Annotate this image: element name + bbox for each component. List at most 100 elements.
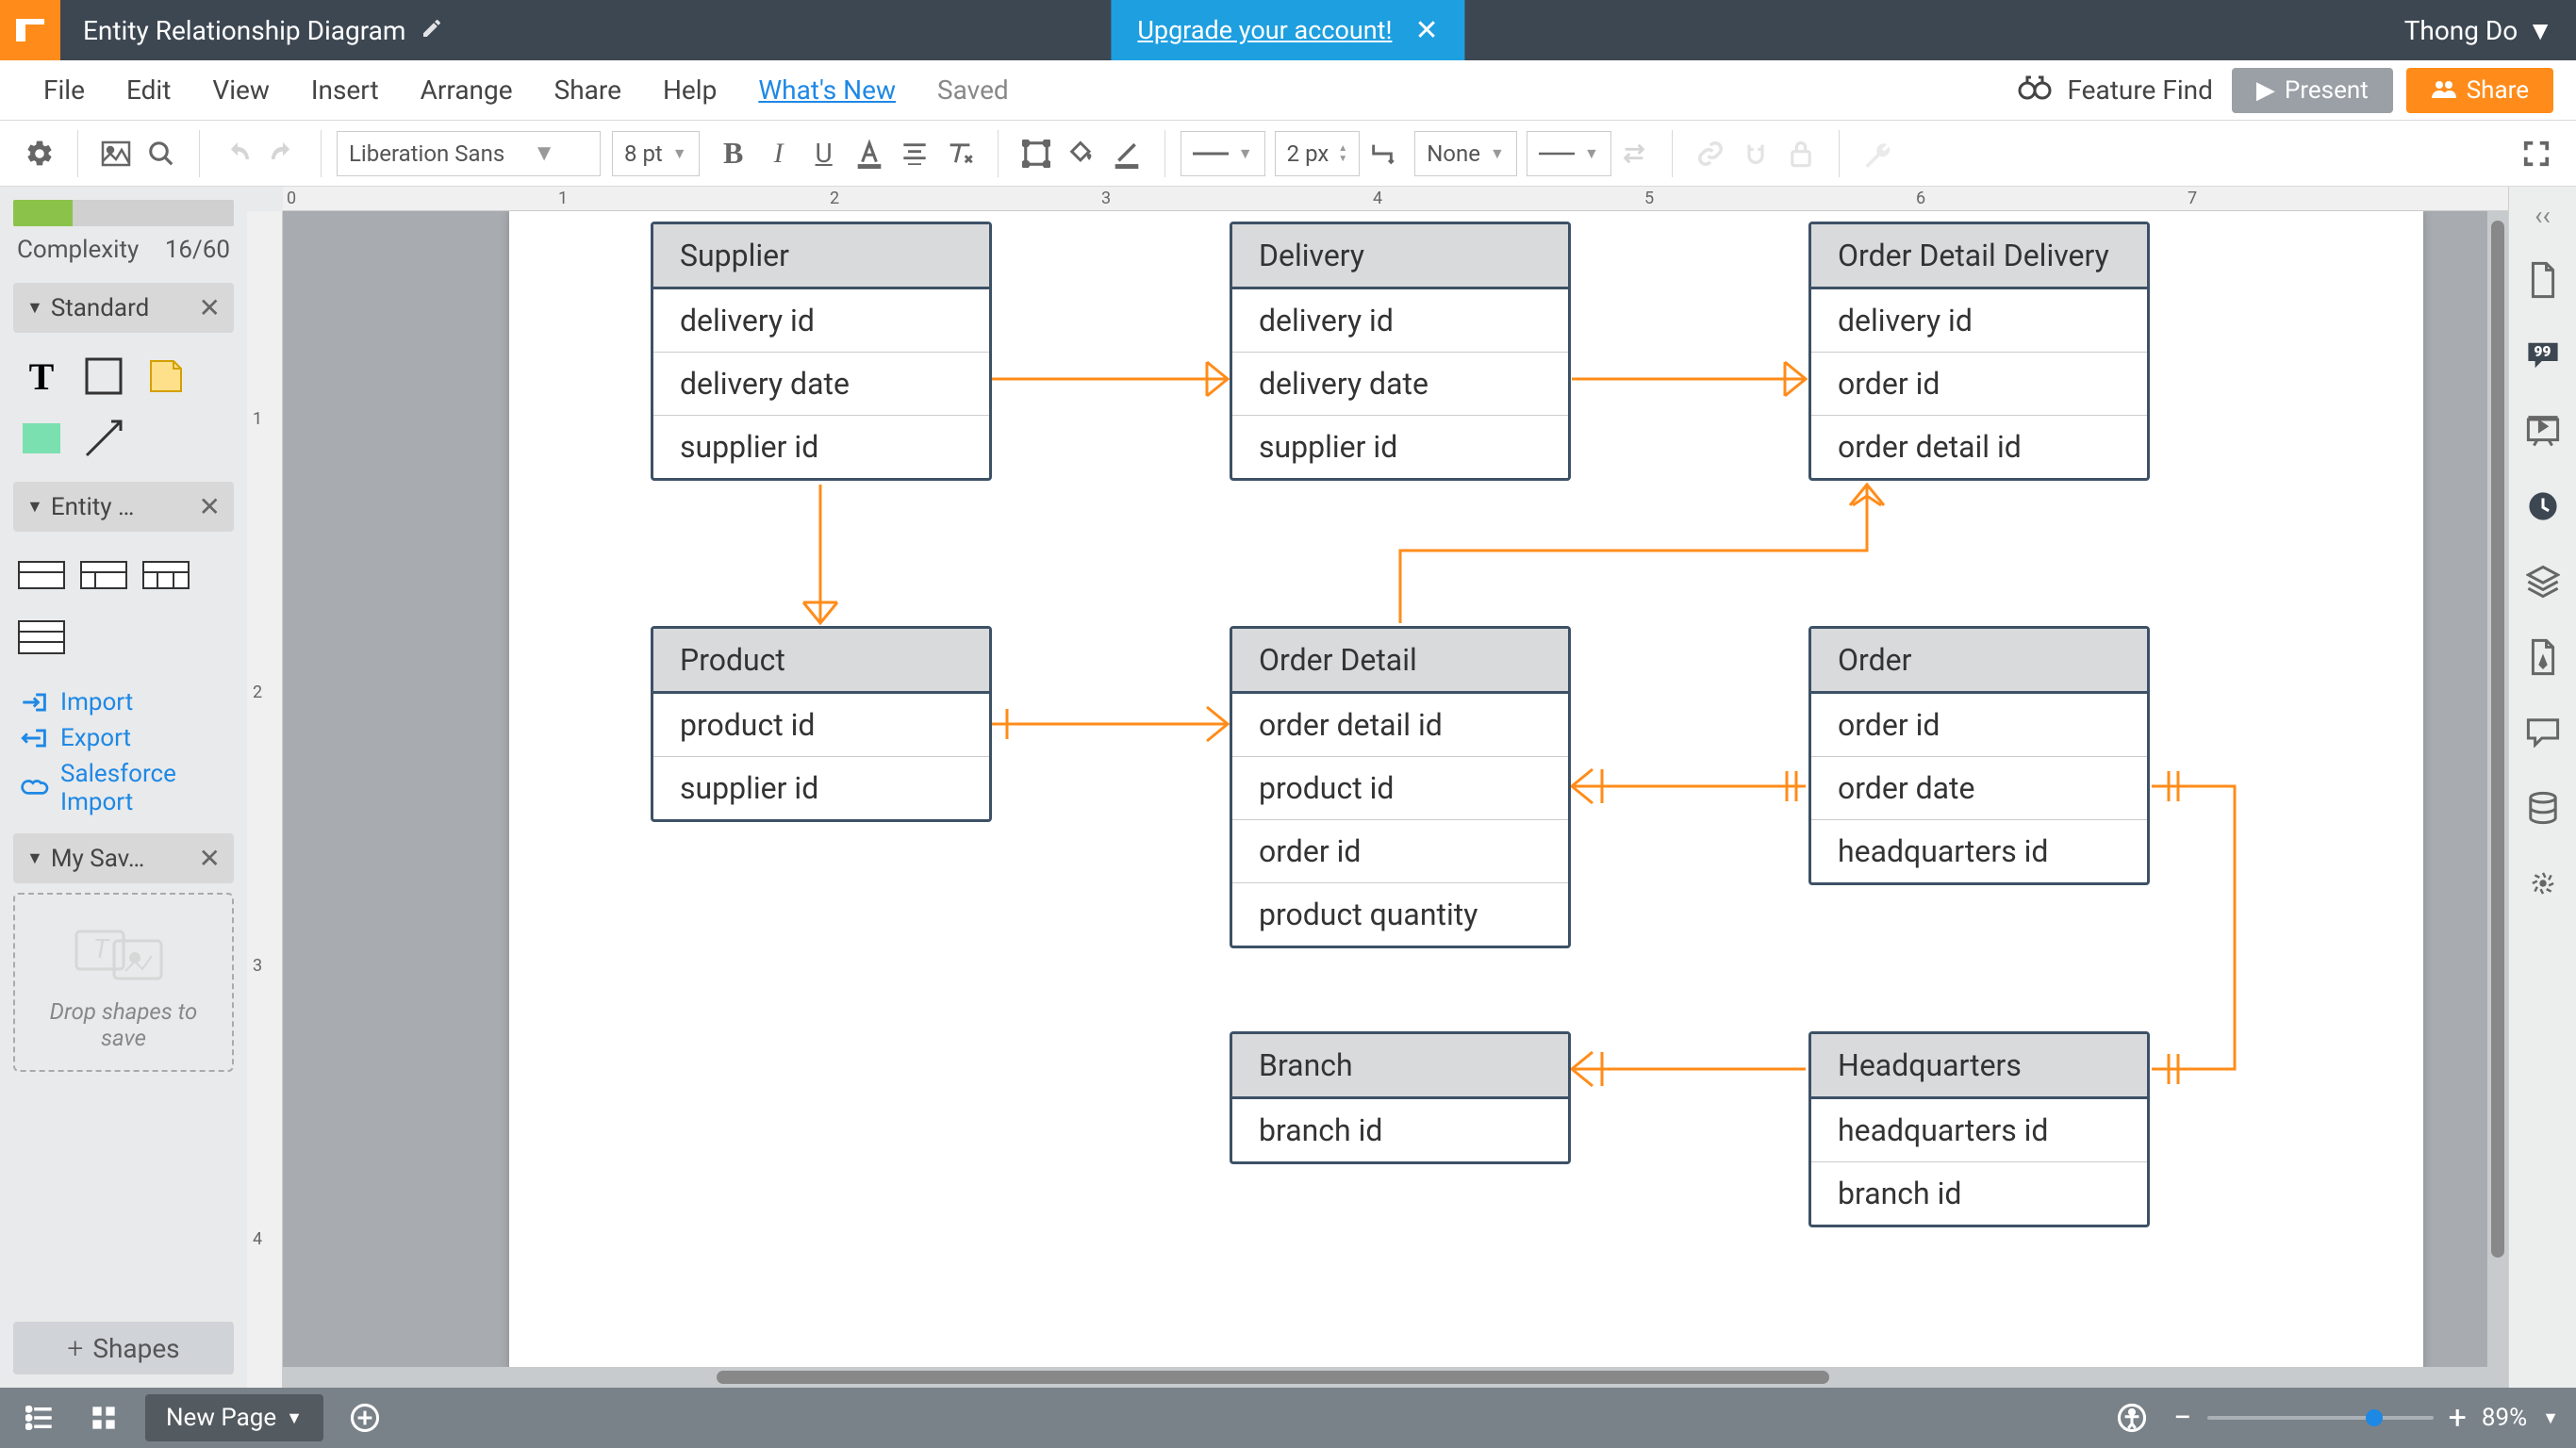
entity-headquarters[interactable]: Headquarters headquarters id branch id	[1808, 1031, 2150, 1227]
master-page-icon[interactable]	[2518, 633, 2568, 682]
text-color-button[interactable]	[847, 131, 892, 176]
entity-delivery[interactable]: Delivery delivery id delivery date suppl…	[1230, 222, 1571, 481]
font-size-select[interactable]: 8 pt▼	[612, 131, 700, 176]
right-sidebar: ‹‹ 99	[2508, 187, 2576, 1388]
feature-find[interactable]: Feature Find	[2018, 74, 2212, 107]
saved-shapes-dropzone[interactable]: T Drop shapes to save	[13, 893, 234, 1072]
close-icon[interactable]: ✕	[199, 491, 221, 522]
arrow-shape[interactable]	[79, 414, 128, 463]
chevron-down-icon: ▼	[2542, 1408, 2559, 1428]
swap-ends-button[interactable]	[1611, 131, 1657, 176]
close-upgrade-icon[interactable]: ✕	[1414, 14, 1438, 47]
more-icon[interactable]	[2518, 859, 2568, 908]
settings-icon[interactable]	[17, 131, 62, 176]
present-button[interactable]: ▶ Present	[2232, 68, 2393, 113]
magnet-button[interactable]	[1733, 131, 1778, 176]
import-link[interactable]: Import	[13, 684, 234, 720]
share-button[interactable]: Share	[2406, 68, 2553, 113]
note-shape[interactable]	[141, 352, 190, 401]
chat-icon[interactable]	[2518, 708, 2568, 757]
font-select[interactable]: Liberation Sans▼	[337, 131, 601, 176]
collapse-right-icon[interactable]: ‹‹	[2535, 200, 2551, 231]
erd-table-4[interactable]	[17, 613, 66, 662]
user-menu[interactable]: Thong Do ▼	[2404, 15, 2553, 46]
menu-whats-new[interactable]: What's New	[737, 74, 916, 106]
menu-edit[interactable]: Edit	[106, 74, 191, 106]
add-page-button[interactable]	[342, 1395, 388, 1440]
connector-type-button[interactable]	[1360, 131, 1405, 176]
zoom-value: 89%	[2482, 1404, 2527, 1432]
redo-button[interactable]	[260, 131, 305, 176]
layers-icon[interactable]	[2518, 557, 2568, 606]
close-icon[interactable]: ✕	[199, 292, 221, 323]
zoom-out-button[interactable]: −	[2173, 1399, 2191, 1437]
entity-row: order id	[1232, 820, 1568, 883]
horizontal-scrollbar[interactable]	[283, 1367, 2508, 1388]
shapes-button[interactable]: +Shapes	[13, 1322, 234, 1374]
menu-arrange[interactable]: Arrange	[400, 74, 534, 106]
export-link[interactable]: Export	[13, 720, 234, 756]
grid-view-icon[interactable]	[81, 1395, 126, 1440]
menu-help[interactable]: Help	[642, 74, 737, 106]
comment-icon[interactable]: 99	[2518, 331, 2568, 380]
entity-supplier[interactable]: Supplier delivery id delivery date suppl…	[651, 222, 992, 481]
align-button[interactable]	[892, 131, 937, 176]
entity-order[interactable]: Order order id order date headquarters i…	[1808, 626, 2150, 885]
undo-button[interactable]	[215, 131, 260, 176]
entity-product[interactable]: Product product id supplier id	[651, 626, 992, 822]
page[interactable]: Supplier delivery id delivery date suppl…	[509, 211, 2423, 1380]
rect-shape[interactable]	[79, 352, 128, 401]
page-tab[interactable]: New Page ▼	[145, 1394, 323, 1441]
underline-button[interactable]: U	[801, 131, 847, 176]
zoom-in-button[interactable]: +	[2449, 1399, 2467, 1437]
bold-button[interactable]: B	[711, 131, 756, 176]
shape-group-standard[interactable]: ▼ Standard ✕	[13, 283, 234, 333]
salesforce-import-link[interactable]: Salesforce Import	[13, 756, 234, 820]
shape-tool-button[interactable]	[1014, 131, 1059, 176]
app-logo[interactable]	[0, 0, 60, 60]
entity-branch[interactable]: Branch branch id	[1230, 1031, 1571, 1164]
list-view-icon[interactable]	[17, 1395, 62, 1440]
history-icon[interactable]	[2518, 482, 2568, 531]
fill-button[interactable]	[1059, 131, 1104, 176]
entity-order-detail[interactable]: Order Detail order detail id product id …	[1230, 626, 1571, 948]
page-icon[interactable]	[2518, 255, 2568, 304]
line-color-button[interactable]	[1104, 131, 1149, 176]
stroke-width-input[interactable]: 2 px▲▼	[1275, 131, 1361, 176]
arrow-end-select[interactable]: ▼	[1527, 131, 1611, 176]
italic-button[interactable]: I	[756, 131, 801, 176]
lock-button[interactable]	[1778, 131, 1824, 176]
vertical-scrollbar[interactable]	[2487, 211, 2508, 1367]
entity-order-detail-delivery[interactable]: Order Detail Delivery delivery id order …	[1808, 222, 2150, 481]
menu-share[interactable]: Share	[534, 74, 642, 106]
erd-table-1[interactable]	[17, 551, 66, 600]
menu-view[interactable]: View	[191, 74, 290, 106]
entity-row: order date	[1811, 757, 2147, 820]
presentation-icon[interactable]	[2518, 406, 2568, 455]
wrench-button[interactable]	[1855, 131, 1900, 176]
link-button[interactable]	[1688, 131, 1733, 176]
canvas[interactable]: Supplier delivery id delivery date suppl…	[283, 211, 2508, 1388]
block-shape[interactable]	[17, 414, 66, 463]
erd-table-2[interactable]	[79, 551, 128, 600]
data-icon[interactable]	[2518, 783, 2568, 832]
document-title[interactable]: Entity Relationship Diagram	[83, 15, 443, 46]
menu-insert[interactable]: Insert	[290, 74, 400, 106]
shape-group-entity[interactable]: ▼ Entity … ✕	[13, 482, 234, 532]
erd-table-3[interactable]	[141, 551, 190, 600]
fullscreen-button[interactable]	[2514, 131, 2559, 176]
upgrade-link[interactable]: Upgrade your account!	[1137, 15, 1392, 45]
search-icon[interactable]	[139, 131, 184, 176]
image-icon[interactable]	[93, 131, 139, 176]
close-icon[interactable]: ✕	[199, 843, 221, 874]
edit-title-icon[interactable]	[421, 15, 443, 46]
text-shape[interactable]: T	[17, 352, 66, 401]
shape-group-saved[interactable]: ▼ My Sav… ✕	[13, 833, 234, 883]
line-style-select[interactable]: ▼	[1181, 131, 1265, 176]
people-icon	[2431, 76, 2457, 105]
zoom-slider[interactable]	[2207, 1416, 2434, 1420]
menu-file[interactable]: File	[23, 74, 106, 106]
accessibility-icon[interactable]	[2109, 1395, 2155, 1440]
clear-format-button[interactable]	[937, 131, 983, 176]
arrow-start-select[interactable]: None▼	[1414, 131, 1517, 176]
